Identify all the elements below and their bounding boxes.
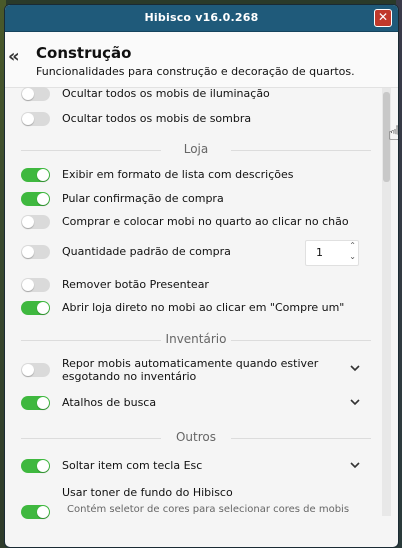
toggle-ocultar-iluminacao[interactable] bbox=[21, 87, 50, 101]
setting-label: Quantidade padrão de compra bbox=[62, 245, 231, 258]
chevron-down-icon[interactable] bbox=[349, 362, 361, 374]
quantity-value: 1 bbox=[316, 246, 323, 259]
toggle-comprar-colocar[interactable] bbox=[21, 215, 50, 229]
setting-label: Usar toner de fundo do Hibisco bbox=[62, 486, 233, 499]
setting-label: Pular confirmação de compra bbox=[62, 192, 224, 205]
setting-label: Ocultar todos os mobis de iluminação bbox=[62, 87, 270, 100]
mouse-cursor-icon: ☝ bbox=[388, 121, 399, 145]
toggle-lista-descricoes[interactable] bbox=[21, 168, 50, 182]
setting-label: Repor mobis automaticamente quando estiv… bbox=[62, 357, 319, 383]
chevron-up-icon[interactable]: ⌃ bbox=[349, 241, 356, 250]
title-bar[interactable]: Hibisco v16.0.268 ✕ bbox=[5, 5, 398, 32]
toggle-atalhos-busca[interactable] bbox=[21, 396, 50, 410]
back-icon[interactable]: « bbox=[8, 46, 20, 67]
chevron-down-icon[interactable] bbox=[349, 396, 361, 408]
quantity-stepper[interactable]: 1 ⌃ ⌄ bbox=[305, 240, 359, 266]
toggle-repor-mobis[interactable] bbox=[21, 363, 50, 377]
settings-window: Hibisco v16.0.268 ✕ « Construção Funcion… bbox=[4, 4, 399, 548]
toggle-soltar-esc[interactable] bbox=[21, 459, 50, 473]
window-title: Hibisco v16.0.268 bbox=[144, 11, 259, 24]
toggle-pular-confirmacao[interactable] bbox=[21, 192, 50, 206]
toggle-remover-presentear[interactable] bbox=[21, 278, 50, 292]
toggle-abrir-loja[interactable] bbox=[21, 301, 50, 315]
section-header-outros: Outros bbox=[21, 430, 371, 446]
chevron-down-icon[interactable] bbox=[349, 459, 361, 471]
page-subtitle: Funcionalidades para construção e decora… bbox=[36, 65, 355, 78]
page-header: « Construção Funcionalidades para constr… bbox=[5, 32, 398, 88]
section-header-inventario: Inventário bbox=[21, 332, 371, 348]
setting-label: Comprar e colocar mobi no quarto ao clic… bbox=[62, 215, 349, 228]
scrollbar[interactable] bbox=[382, 88, 391, 516]
setting-label: Remover botão Presentear bbox=[62, 278, 209, 291]
toggle-quantidade-padrao[interactable] bbox=[21, 245, 50, 259]
setting-label: Abrir loja direto no mobi ao clicar em "… bbox=[62, 301, 345, 314]
close-icon[interactable]: ✕ bbox=[374, 9, 392, 27]
chevron-down-icon[interactable]: ⌄ bbox=[349, 252, 356, 261]
setting-label: Soltar item com tecla Esc bbox=[62, 459, 203, 472]
setting-sublabel: Contém seletor de cores para selecionar … bbox=[67, 504, 350, 515]
setting-label: Atalhos de busca bbox=[62, 396, 157, 409]
setting-label: Exibir em formato de lista com descriçõe… bbox=[62, 168, 294, 181]
section-header-loja: Loja bbox=[21, 142, 371, 158]
toggle-toner-fundo[interactable] bbox=[21, 505, 50, 519]
setting-label: Ocultar todos os mobis de sombra bbox=[62, 112, 252, 125]
toggle-ocultar-sombra[interactable] bbox=[21, 112, 50, 126]
page-title: Construção bbox=[36, 44, 132, 62]
